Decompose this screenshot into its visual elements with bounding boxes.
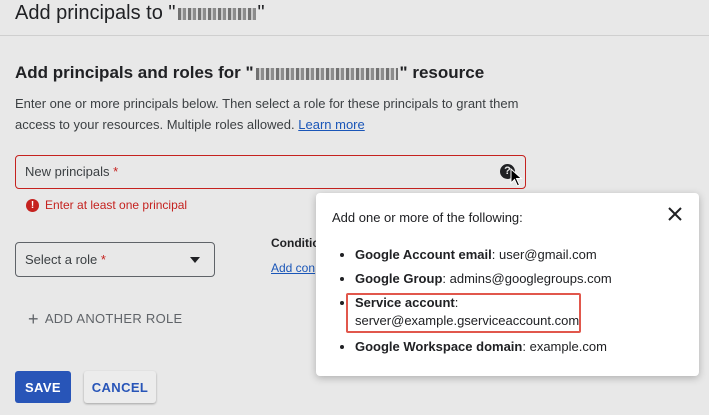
dialog-title: Add principals to " "	[15, 2, 265, 24]
list-item: Google Group: admins@googlegroups.com	[338, 270, 612, 288]
condition-heading: Conditio	[271, 236, 320, 250]
redacted-project-name	[177, 7, 256, 20]
list-item: Google Account email: user@gmail.com	[338, 246, 612, 264]
chevron-down-icon	[190, 257, 200, 263]
principal-types-tooltip: Add one or more of the following: Google…	[316, 193, 699, 376]
cancel-button[interactable]: CANCEL	[84, 371, 156, 403]
redacted-project-name	[255, 67, 398, 80]
save-button[interactable]: SAVE	[15, 371, 71, 403]
required-mark: *	[113, 164, 119, 179]
learn-more-link[interactable]: Learn more	[298, 117, 364, 132]
role-select-label: Select a role *	[25, 252, 106, 267]
new-principals-label: New principals *	[25, 164, 119, 179]
list-item: Google Workspace domain: example.com	[338, 338, 612, 356]
principal-types-list: Google Account email: user@gmail.com Goo…	[338, 246, 612, 362]
dialog-header: Add principals to " "	[0, 0, 709, 36]
list-item: Service account: server@example.gservicea…	[338, 294, 612, 330]
section-title: Add principals and roles for " " resource	[15, 63, 485, 82]
add-another-role-button[interactable]: + ADD ANOTHER ROLE	[28, 308, 183, 329]
required-mark: *	[100, 252, 106, 267]
add-condition-link[interactable]: Add con	[271, 261, 315, 275]
tooltip-title: Add one or more of the following:	[332, 210, 523, 225]
role-select[interactable]: Select a role *	[15, 242, 215, 277]
new-principals-input[interactable]: New principals * ?	[15, 155, 526, 189]
section-description: Enter one or more principals below. Then…	[15, 96, 519, 132]
principals-error: ! Enter at least one principal	[26, 198, 187, 212]
close-icon[interactable]	[667, 206, 683, 222]
plus-icon: +	[28, 308, 39, 329]
error-icon: !	[26, 198, 39, 212]
mouse-pointer-icon	[510, 168, 523, 187]
